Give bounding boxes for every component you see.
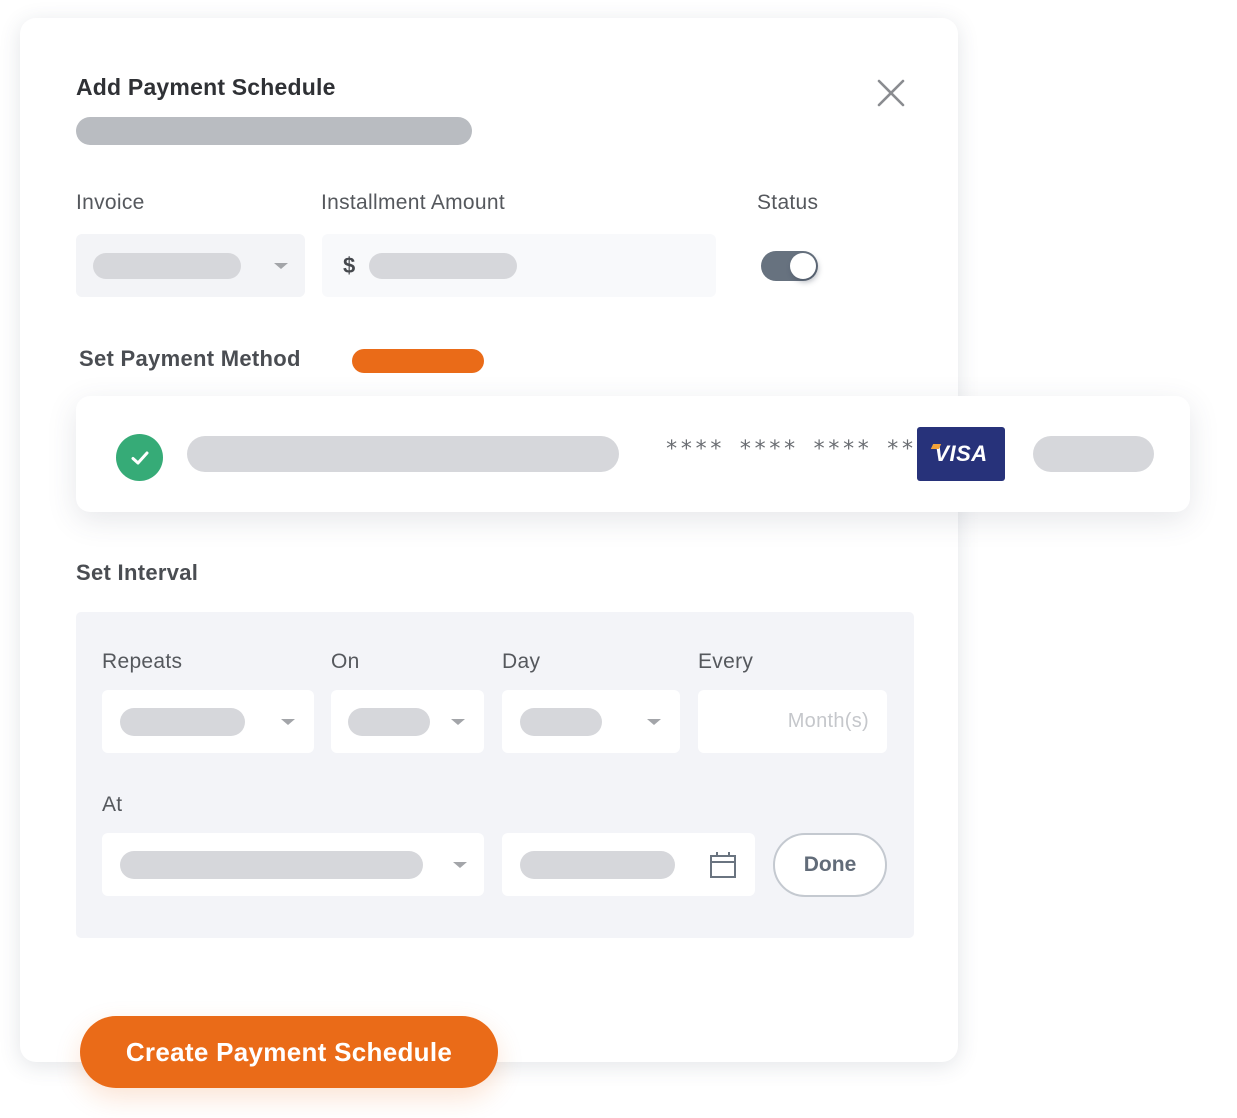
status-label: Status bbox=[757, 191, 819, 214]
check-circle-icon bbox=[116, 434, 163, 481]
date-input[interactable] bbox=[502, 833, 755, 896]
masked-card-number: **** **** **** **** bbox=[665, 437, 946, 462]
on-value-placeholder bbox=[348, 707, 430, 736]
every-input[interactable]: Month(s) bbox=[698, 690, 887, 753]
create-payment-schedule-button[interactable]: Create Payment Schedule bbox=[80, 1016, 498, 1088]
day-label: Day bbox=[502, 650, 541, 673]
payment-method-badge bbox=[352, 349, 484, 373]
status-toggle[interactable] bbox=[761, 251, 818, 281]
invoice-select[interactable] bbox=[76, 234, 305, 297]
at-value-placeholder bbox=[120, 850, 423, 879]
cardholder-placeholder bbox=[187, 436, 619, 472]
done-button[interactable]: Done bbox=[773, 833, 887, 897]
visa-logo: VISA bbox=[917, 427, 1005, 481]
every-placeholder: Month(s) bbox=[787, 710, 869, 732]
installment-amount-input[interactable]: $ bbox=[322, 234, 716, 297]
invoice-value-placeholder bbox=[93, 252, 241, 279]
chevron-down-icon bbox=[647, 719, 661, 725]
card-expiry-placeholder bbox=[1033, 436, 1154, 472]
close-button[interactable] bbox=[872, 74, 910, 112]
invoice-label: Invoice bbox=[76, 191, 145, 214]
modal-title: Add Payment Schedule bbox=[76, 74, 336, 100]
on-select[interactable] bbox=[331, 690, 484, 753]
chevron-down-icon bbox=[281, 719, 295, 725]
toggle-knob bbox=[790, 253, 816, 279]
calendar-icon[interactable] bbox=[709, 851, 737, 879]
repeats-label: Repeats bbox=[102, 650, 183, 673]
date-value-placeholder bbox=[520, 850, 675, 879]
every-label: Every bbox=[698, 650, 754, 673]
chevron-down-icon bbox=[453, 862, 467, 868]
at-time-select[interactable] bbox=[102, 833, 484, 896]
day-value-placeholder bbox=[520, 707, 602, 736]
day-select[interactable] bbox=[502, 690, 680, 753]
chevron-down-icon bbox=[451, 719, 465, 725]
currency-symbol: $ bbox=[343, 252, 356, 278]
on-label: On bbox=[331, 650, 360, 673]
subtitle-placeholder bbox=[76, 117, 472, 145]
chevron-down-icon bbox=[274, 263, 288, 269]
interval-label: Set Interval bbox=[76, 560, 199, 585]
card-brand: VISA bbox=[934, 441, 988, 466]
close-icon bbox=[877, 79, 905, 107]
repeats-value-placeholder bbox=[120, 707, 245, 736]
installment-amount-label: Installment Amount bbox=[321, 191, 505, 214]
at-label: At bbox=[102, 793, 123, 816]
repeats-select[interactable] bbox=[102, 690, 314, 753]
payment-method-label: Set Payment Method bbox=[79, 346, 301, 371]
amount-value-placeholder bbox=[369, 252, 518, 279]
